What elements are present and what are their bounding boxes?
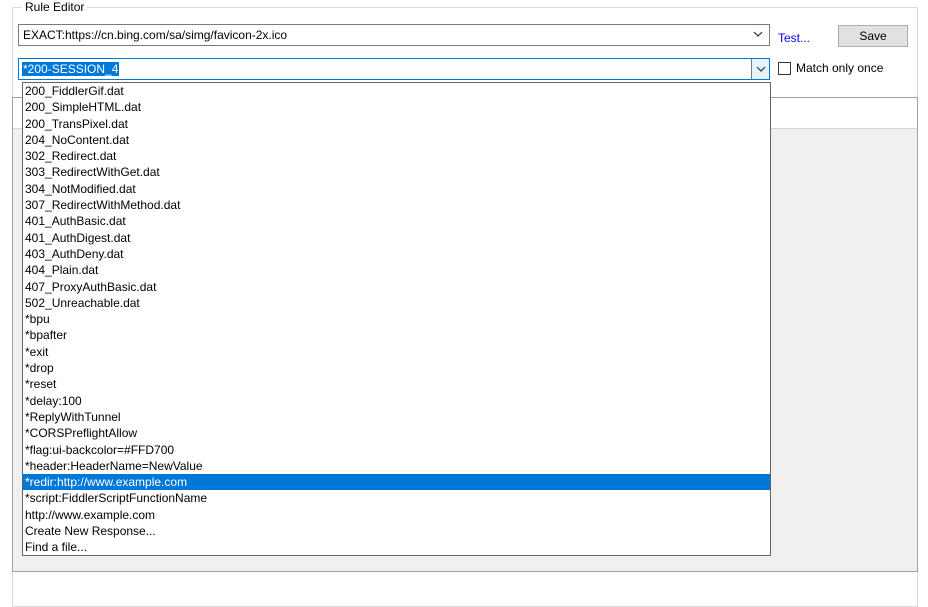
rule-editor-legend: Rule Editor — [22, 0, 88, 14]
action-combo[interactable]: *200-SESSION_4 — [18, 58, 770, 80]
dropdown-item[interactable]: *ReplyWithTunnel — [23, 409, 770, 425]
checkbox-box[interactable] — [778, 61, 791, 75]
dropdown-item[interactable]: *bpu — [23, 311, 770, 327]
dropdown-item[interactable]: *exit — [23, 344, 770, 360]
save-button[interactable]: Save — [838, 25, 908, 47]
dropdown-item[interactable]: *flag:ui-backcolor=#FFD700 — [23, 442, 770, 458]
dropdown-item[interactable]: Create New Response... — [23, 523, 770, 539]
dropdown-item[interactable]: 502_Unreachable.dat — [23, 295, 770, 311]
dropdown-item[interactable]: *drop — [23, 360, 770, 376]
dropdown-item[interactable]: 200_FiddlerGif.dat — [23, 83, 770, 99]
chevron-down-icon[interactable] — [751, 59, 769, 79]
dropdown-item[interactable]: *redir:http://www.example.com — [23, 474, 770, 491]
dropdown-item[interactable]: *bpafter — [23, 327, 770, 343]
dropdown-item[interactable]: *script:FiddlerScriptFunctionName — [23, 490, 770, 506]
dropdown-item[interactable]: 204_NoContent.dat — [23, 132, 770, 148]
match-once-checkbox[interactable]: Match only once — [778, 60, 883, 76]
dropdown-item[interactable]: 403_AuthDeny.dat — [23, 246, 770, 262]
dropdown-item[interactable]: 200_SimpleHTML.dat — [23, 99, 770, 115]
dropdown-item[interactable]: 304_NotModified.dat — [23, 181, 770, 197]
action-dropdown-list[interactable]: 200_FiddlerGif.dat 200_SimpleHTML.dat 200_… — [22, 82, 771, 556]
dropdown-item[interactable]: 404_Plain.dat — [23, 262, 770, 278]
dropdown-item[interactable]: *CORSPreflightAllow — [23, 425, 770, 441]
dropdown-item[interactable]: Find a file... — [23, 539, 770, 555]
action-combo-value: *200-SESSION_4 — [22, 62, 120, 76]
test-link[interactable]: Test... — [778, 31, 810, 45]
dropdown-item[interactable]: 307_RedirectWithMethod.dat — [23, 197, 770, 213]
dropdown-item[interactable]: 200_TransPixel.dat — [23, 116, 770, 132]
dropdown-item[interactable]: http://www.example.com — [23, 507, 770, 523]
match-combo[interactable]: EXACT:https://cn.bing.com/sa/simg/favico… — [18, 24, 770, 46]
chevron-down-icon[interactable] — [753, 29, 763, 39]
dropdown-item[interactable]: *delay:100 — [23, 393, 770, 409]
match-combo-value: EXACT:https://cn.bing.com/sa/simg/favico… — [23, 28, 288, 42]
dropdown-item[interactable]: 407_ProxyAuthBasic.dat — [23, 279, 770, 295]
dropdown-item[interactable]: *header:HeaderName=NewValue — [23, 458, 770, 474]
dropdown-item[interactable]: 302_Redirect.dat — [23, 148, 770, 164]
dropdown-item[interactable]: 401_AuthBasic.dat — [23, 213, 770, 229]
match-once-label: Match only once — [796, 61, 884, 75]
dropdown-item[interactable]: 303_RedirectWithGet.dat — [23, 164, 770, 180]
dropdown-item[interactable]: *reset — [23, 376, 770, 392]
dropdown-item[interactable]: 401_AuthDigest.dat — [23, 230, 770, 246]
